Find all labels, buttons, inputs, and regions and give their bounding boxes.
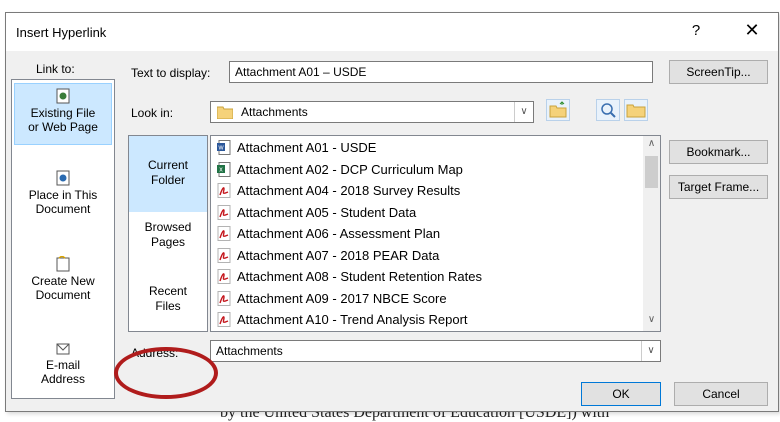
file-list-item[interactable]: Attachment A09 - 2017 NBCE Score	[217, 288, 447, 309]
file-list-item[interactable]: Attachment A04 - 2018 Survey Results	[217, 180, 460, 201]
pdf-file-icon	[217, 226, 231, 241]
screentip-button[interactable]: ScreenTip...	[669, 60, 768, 84]
link-create-line1: Create New	[31, 274, 95, 288]
target-frame-button[interactable]: Target Frame...	[669, 175, 768, 199]
up-folder-icon[interactable]	[546, 99, 570, 121]
folder-icon	[217, 106, 233, 119]
insert-hyperlink-dialog: Insert Hyperlink ? ✕ Link to: Existing F…	[5, 12, 779, 412]
file-list-item[interactable]: x Attachment A02 - DCP Curriculum Map	[217, 159, 463, 180]
link-place-line2: Document	[35, 202, 91, 216]
scroll-thumb[interactable]	[645, 156, 658, 188]
word-file-icon: w	[217, 140, 231, 155]
place-in-document-icon	[56, 170, 70, 186]
file-list-item[interactable]: Attachment A06 - Assessment Plan	[217, 223, 440, 244]
tab-recent-line2: Files	[155, 299, 181, 313]
link-email-address[interactable]: E-mail Address	[14, 340, 112, 396]
address-value: Attachments	[216, 344, 283, 358]
file-list-item[interactable]: Attachment A10 - Trend Analysis Report	[217, 309, 468, 330]
scroll-up-icon[interactable]: ∧	[643, 138, 660, 149]
file-name: Attachment A04 - 2018 Survey Results	[237, 183, 461, 198]
file-list-item[interactable]: Attachment A05 - Student Data	[217, 202, 416, 223]
help-button[interactable]: ?	[686, 22, 706, 39]
file-list-scrollbar[interactable]: ∧ ∨	[643, 136, 660, 331]
link-create-new-document[interactable]: Create New Document	[14, 256, 112, 312]
look-in-label: Look in:	[131, 106, 174, 120]
link-existing-file[interactable]: Existing File or Web Page	[14, 83, 112, 145]
look-in-combo[interactable]: Attachments ∨	[210, 101, 534, 123]
pdf-file-icon	[217, 183, 231, 198]
browse-file-icon[interactable]	[624, 99, 648, 121]
web-page-icon	[56, 88, 70, 104]
annotation-circle	[114, 347, 218, 399]
email-icon	[56, 343, 70, 355]
link-existing-file-line2: or Web Page	[28, 120, 98, 134]
tab-current-folder[interactable]: Current Folder	[129, 136, 207, 212]
close-button[interactable]: ✕	[740, 20, 764, 41]
file-name: Attachment A09 - 2017 NBCE Score	[237, 290, 447, 306]
link-place-line1: Place in This	[28, 188, 98, 202]
file-name: Attachment A05 - Student Data	[237, 204, 417, 220]
pdf-file-icon	[217, 247, 231, 263]
file-name: Attachment A02 - DCP Curriculum Map	[237, 161, 463, 177]
pdf-file-icon	[217, 204, 231, 220]
tab-browsed-line2: Pages	[150, 235, 186, 249]
dialog-title: Insert Hyperlink	[16, 25, 107, 40]
file-name: Attachment A08 - Student Retention Rates	[237, 269, 482, 284]
tab-browsed-line1: Browsed	[144, 220, 192, 234]
file-name: Attachment A10 - Trend Analysis Report	[237, 312, 468, 327]
svg-text:w: w	[217, 145, 224, 152]
browse-web-icon[interactable]	[596, 99, 620, 121]
pdf-file-icon	[217, 290, 231, 306]
link-place-in-document[interactable]: Place in This Document	[14, 170, 112, 226]
chevron-down-icon[interactable]: ∨	[514, 102, 533, 122]
file-name: Attachment A06 - Assessment Plan	[237, 226, 441, 241]
link-email-line2: Address	[40, 372, 86, 386]
tab-current-line2: Folder	[150, 173, 185, 187]
file-list: w Attachment A01 - USDE x Attachment A02 - …	[210, 135, 661, 332]
scroll-down-icon[interactable]: ∨	[643, 314, 660, 325]
svg-text:x: x	[219, 166, 223, 173]
link-email-line1: E-mail	[45, 358, 80, 372]
file-list-item[interactable]: w Attachment A01 - USDE	[217, 137, 376, 158]
title-bar: Insert Hyperlink ? ✕	[6, 13, 778, 51]
file-name: Attachment A01 - USDE	[237, 140, 377, 155]
cancel-button[interactable]: Cancel	[674, 382, 768, 406]
text-to-display-input[interactable]: Attachment A01 – USDE	[229, 61, 653, 83]
file-name: Attachment A07 - 2018 PEAR Data	[237, 247, 440, 263]
look-in-value: Attachments	[241, 105, 308, 119]
ok-button[interactable]: OK	[581, 382, 661, 406]
link-create-line2: Document	[35, 288, 91, 302]
pdf-file-icon	[217, 312, 231, 327]
file-list-item[interactable]: Attachment A08 - Student Retention Rates	[217, 266, 482, 287]
link-to-panel: Existing File or Web Page Place in This …	[11, 79, 115, 399]
link-to-label: Link to:	[36, 62, 75, 76]
tab-recent-line1: Recent	[148, 284, 188, 298]
bookmark-button[interactable]: Bookmark...	[669, 140, 768, 164]
address-combo[interactable]: Attachments ∨	[210, 340, 661, 362]
new-document-icon	[56, 256, 70, 272]
excel-file-icon: x	[217, 161, 231, 177]
link-existing-file-line1: Existing File	[30, 106, 96, 120]
tab-current-line1: Current	[147, 158, 188, 172]
pdf-file-icon	[217, 269, 231, 284]
view-tabs: Current Folder Browsed Pages Recent File…	[128, 135, 208, 332]
tab-recent-files[interactable]: Recent Files	[129, 284, 207, 324]
address-chevron-down-icon[interactable]: ∨	[641, 341, 660, 361]
file-list-item[interactable]: Attachment A07 - 2018 PEAR Data	[217, 245, 439, 266]
text-to-display-label: Text to display:	[131, 66, 211, 80]
tab-browsed-pages[interactable]: Browsed Pages	[129, 220, 207, 260]
